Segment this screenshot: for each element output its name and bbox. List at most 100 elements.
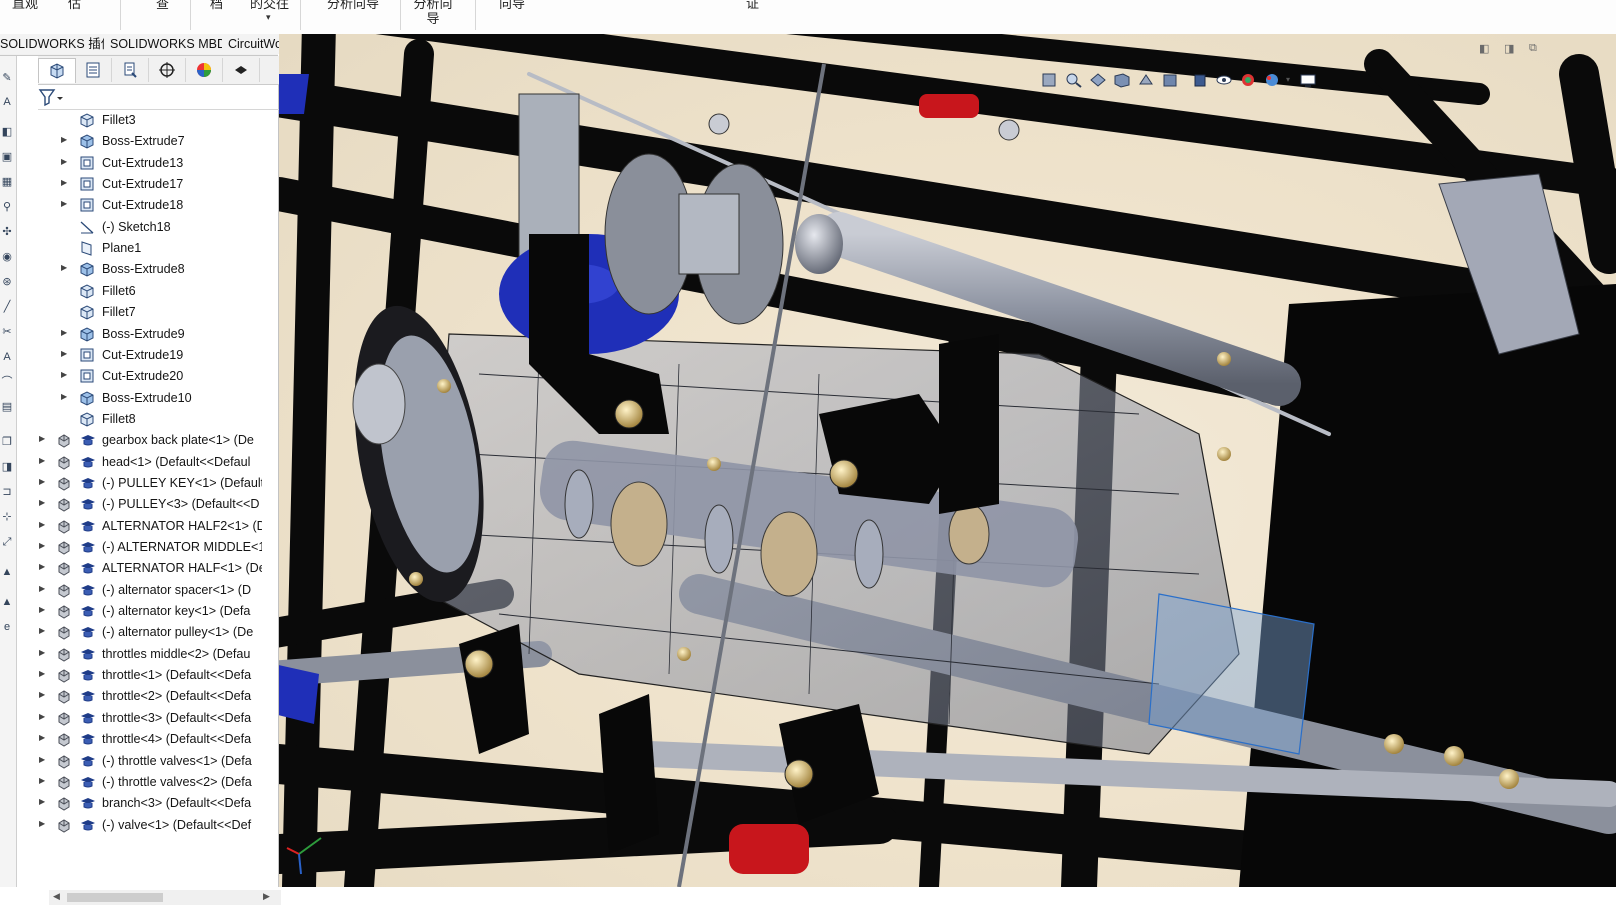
expand-arrow-icon[interactable]: ▶ xyxy=(61,263,67,272)
expand-arrow-icon[interactable]: ▶ xyxy=(61,349,67,358)
bracket-icon[interactable]: ⊐ xyxy=(1,486,13,498)
scroll-left-icon[interactable]: ◀ xyxy=(53,891,60,902)
tab-dimxpert[interactable] xyxy=(149,58,186,82)
tree-component-row[interactable]: ▶ (-) alternator key<1> (Defa xyxy=(17,601,262,622)
tree-feature-row[interactable]: ▶ Boss-Extrude7 xyxy=(17,131,262,152)
expand-arrow-icon[interactable]: ▶ xyxy=(61,328,67,337)
ribbon-item[interactable]: 直观 xyxy=(12,0,38,11)
3d-pdf-icon[interactable]: ▲ xyxy=(1,596,13,608)
expand-arrow-icon[interactable]: ▶ xyxy=(39,733,45,742)
tree-feature-row[interactable]: Fillet3 xyxy=(17,110,262,131)
expand-arrow-icon[interactable]: ▶ xyxy=(61,392,67,401)
filter-button[interactable] xyxy=(38,87,68,107)
expand-arrow-icon[interactable]: ▶ xyxy=(39,776,45,785)
component-icon[interactable]: ❐ xyxy=(1,436,13,448)
edit-appearance-icon[interactable] xyxy=(1239,72,1257,88)
tree-component-row[interactable]: ▶ (-) alternator spacer<1> (D xyxy=(17,580,262,601)
expand-arrow-icon[interactable]: ▶ xyxy=(39,669,45,678)
tab-solidworks-addins[interactable]: SOLIDWORKS 插件 xyxy=(0,34,121,54)
tree-feature-row[interactable]: ▶ Cut-Extrude18 xyxy=(17,195,262,216)
expand-arrow-icon[interactable]: ▶ xyxy=(39,648,45,657)
trim-icon[interactable]: ✂ xyxy=(1,326,13,338)
point-icon[interactable]: ✣ xyxy=(1,226,13,238)
chevron-down-icon[interactable]: ▾ xyxy=(1286,75,1290,84)
tile-right-icon[interactable]: ◨ xyxy=(1504,42,1514,55)
mate-icon[interactable]: ⊹ xyxy=(1,511,13,523)
display-style-icon[interactable] xyxy=(1191,72,1209,88)
expand-arrow-icon[interactable]: ▶ xyxy=(39,755,45,764)
tab-display-manager[interactable] xyxy=(186,58,223,82)
tree-component-row[interactable]: ▶ (-) valve<1> (Default<<Def xyxy=(17,815,262,836)
view-settings-icon[interactable] xyxy=(1299,72,1317,88)
tab-property-manager[interactable] xyxy=(75,58,112,82)
tree-component-row[interactable]: ▶ gearbox back plate<1> (De xyxy=(17,430,262,451)
expand-arrow-icon[interactable]: ▶ xyxy=(39,797,45,806)
scroll-right-icon[interactable]: ▶ xyxy=(263,891,270,902)
ribbon-item[interactable]: 的交往 xyxy=(250,0,289,11)
feature-tree[interactable]: Fillet3 ▶ Boss-Extrude7 ▶ Cut-Extrude13 ▶ Cut-… xyxy=(17,110,262,885)
tab-cam[interactable] xyxy=(223,58,260,82)
engine-assembly-model[interactable] xyxy=(279,34,1616,887)
expand-arrow-icon[interactable]: ▶ xyxy=(39,626,45,635)
ribbon-item[interactable]: 分析向导 xyxy=(412,0,454,26)
expand-arrow-icon[interactable]: ▶ xyxy=(39,498,45,507)
expand-arrow-icon[interactable]: ▶ xyxy=(39,456,45,465)
tree-component-row[interactable]: ▶ throttles middle<2> (Defau xyxy=(17,644,262,665)
tree-component-row[interactable]: ▶ ALTERNATOR HALF2<1> (D xyxy=(17,516,262,537)
expand-arrow-icon[interactable]: ▶ xyxy=(39,541,45,550)
tree-feature-row[interactable]: Fillet7 xyxy=(17,302,262,323)
graphics-viewport[interactable]: ▾ ◧ ◨ ⧉ xyxy=(279,34,1616,887)
zoom-to-fit-icon[interactable] xyxy=(1041,72,1059,88)
tree-feature-row[interactable]: ▶ Boss-Extrude8 xyxy=(17,259,262,280)
tree-feature-row[interactable]: Plane1 xyxy=(17,238,262,259)
dimension-icon[interactable]: ◧ xyxy=(1,126,13,138)
expand-arrow-icon[interactable]: ▶ xyxy=(39,690,45,699)
tree-component-row[interactable]: ▶ (-) throttle valves<1> (Defa xyxy=(17,751,262,772)
tree-feature-row[interactable]: ▶ Cut-Extrude17 xyxy=(17,174,262,195)
measure-icon[interactable]: ⊛ xyxy=(1,276,13,288)
hide-show-items-icon[interactable] xyxy=(1215,72,1233,88)
table-icon[interactable]: ▤ xyxy=(1,401,13,413)
tree-component-row[interactable]: ▶ (-) PULLEY KEY<1> (Default xyxy=(17,473,262,494)
text-tool-icon[interactable]: A xyxy=(1,96,13,108)
ribbon-item[interactable]: 估 xyxy=(68,0,81,11)
eye-icon[interactable]: ◉ xyxy=(1,251,13,263)
tree-component-row[interactable]: ▶ (-) throttle valves<2> (Defa xyxy=(17,772,262,793)
tree-component-row[interactable]: ▶ (-) alternator pulley<1> (De xyxy=(17,622,262,643)
expand-arrow-icon[interactable]: ▶ xyxy=(39,477,45,486)
tree-component-row[interactable]: ▶ (-) PULLEY<3> (Default<<D xyxy=(17,494,262,515)
expand-arrow-icon[interactable]: ▶ xyxy=(39,434,45,443)
apply-scene-icon[interactable] xyxy=(1263,72,1281,88)
expand-arrow-icon[interactable]: ▶ xyxy=(39,584,45,593)
tree-component-row[interactable]: ▶ branch<3> (Default<<Defa xyxy=(17,793,262,814)
tree-component-row[interactable]: ▶ ALTERNATOR HALF<1> (De xyxy=(17,558,262,579)
tab-configuration-manager[interactable] xyxy=(112,58,149,82)
part-icon[interactable]: ◨ xyxy=(1,461,13,473)
zoom-area-icon[interactable] xyxy=(1065,72,1083,88)
sketch-tool-icon[interactable]: ✎ xyxy=(1,72,13,84)
tree-feature-row[interactable]: ▶ Cut-Extrude20 xyxy=(17,366,262,387)
view-orientation-icon[interactable] xyxy=(1161,72,1179,88)
tree-feature-row[interactable]: (-) Sketch18 xyxy=(17,217,262,238)
expand-arrow-icon[interactable]: ▶ xyxy=(61,178,67,187)
edrawings-icon[interactable]: e xyxy=(1,621,13,633)
chevron-down-icon[interactable]: ▾ xyxy=(266,12,271,23)
expand-arrow-icon[interactable]: ▶ xyxy=(39,605,45,614)
dynamic-annotation-icon[interactable] xyxy=(1137,72,1155,88)
3d-pdf-icon[interactable]: ▲ xyxy=(1,566,13,578)
tile-left-icon[interactable]: ◧ xyxy=(1479,42,1489,55)
scroll-thumb[interactable] xyxy=(67,893,163,902)
pin-icon[interactable]: ⚲ xyxy=(1,201,13,213)
tab-feature-tree[interactable] xyxy=(38,58,76,83)
tree-component-row[interactable]: ▶ throttle<4> (Default<<Defa xyxy=(17,729,262,750)
tree-component-row[interactable]: ▶ throttle<2> (Default<<Defa xyxy=(17,686,262,707)
expand-arrow-icon[interactable]: ▶ xyxy=(39,520,45,529)
grid-icon[interactable]: ▦ xyxy=(1,176,13,188)
expand-arrow-icon[interactable]: ▶ xyxy=(61,157,67,166)
previous-view-icon[interactable] xyxy=(1089,72,1107,88)
expand-arrow-icon[interactable]: ▶ xyxy=(61,199,67,208)
line-icon[interactable]: ╱ xyxy=(1,301,13,313)
ribbon-item[interactable]: 档 xyxy=(210,0,223,11)
expand-arrow-icon[interactable]: ▶ xyxy=(61,370,67,379)
arc-icon[interactable]: ⌒ xyxy=(1,376,13,388)
